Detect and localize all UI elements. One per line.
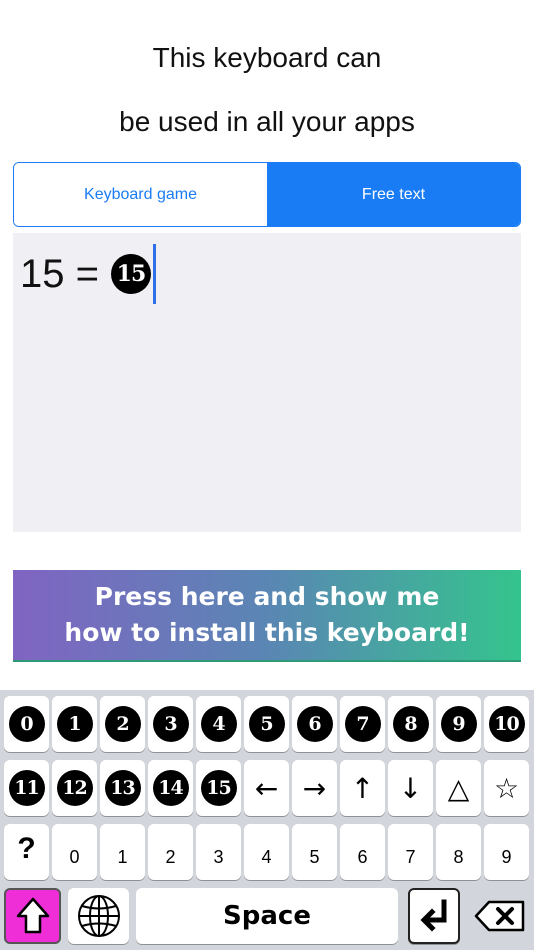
key-circled-7[interactable]: 7 [340,696,385,752]
install-keyboard-banner[interactable]: Press here and show me how to install th… [13,570,521,662]
key-circled-14[interactable]: 14 [148,760,193,816]
key-circled-15[interactable]: 15 [196,760,241,816]
text-caret [152,244,156,304]
mode-segmented-control: Keyboard game Free text [13,162,521,227]
key-digit-3[interactable]: 3 [196,824,241,880]
tab-keyboard-game[interactable]: Keyboard game [14,163,267,226]
key-arrow-up[interactable]: ↑ [340,760,385,816]
key-digit-5[interactable]: 5 [292,824,337,880]
key-digit-8[interactable]: 8 [436,824,481,880]
editor-text: 15 = [20,251,99,296]
key-label: 2 [104,706,141,742]
key-circled-8[interactable]: 8 [388,696,433,752]
key-digit-4[interactable]: 4 [244,824,289,880]
key-circled-11[interactable]: 11 [4,760,49,816]
tab-free-text[interactable]: Free text [267,163,520,226]
key-digit-1[interactable]: 1 [100,824,145,880]
key-star[interactable]: ☆ [484,760,529,816]
banner-line1: Press here and show me [94,582,440,611]
key-triangle[interactable]: △ [436,760,481,816]
key-label: 1 [56,706,93,742]
key-circled-0[interactable]: 0 [4,696,49,752]
key-label: 12 [56,770,93,806]
key-label: 9 [440,706,477,742]
key-label: 4 [200,706,237,742]
headline-line1: This keyboard can [152,42,382,73]
delete-key[interactable] [470,888,530,944]
key-digit-2[interactable]: 2 [148,824,193,880]
space-key[interactable]: Space [136,888,398,944]
key-circled-6[interactable]: 6 [292,696,337,752]
return-key[interactable] [408,888,460,944]
key-circled-4[interactable]: 4 [196,696,241,752]
custom-keyboard: 0 1 2 3 4 5 6 7 8 9 10 11 12 13 14 15 ← … [0,690,534,950]
key-label: 3 [152,706,189,742]
key-circled-5[interactable]: 5 [244,696,289,752]
return-icon [420,899,447,932]
key-label: 15 [200,770,237,806]
key-arrow-right[interactable]: → [292,760,337,816]
key-digit-7[interactable]: 7 [388,824,433,880]
key-label: 13 [104,770,141,806]
globe-icon [77,895,120,937]
circled-number-symbol: 15 [110,254,151,294]
key-digit-6[interactable]: 6 [340,824,385,880]
key-label: 11 [8,770,45,806]
key-label: 7 [344,706,381,742]
key-circled-10[interactable]: 10 [484,696,529,752]
headline-line2: be used in all your apps [119,106,415,137]
key-arrow-down[interactable]: ↓ [388,760,433,816]
key-label: 14 [152,770,189,806]
shift-key[interactable] [4,888,61,944]
banner-line2: how to install this keyboard! [64,618,470,647]
key-label: 8 [392,706,429,742]
key-circled-1[interactable]: 1 [52,696,97,752]
key-circled-2[interactable]: 2 [100,696,145,752]
key-digit-9[interactable]: 9 [484,824,529,880]
key-label: 0 [8,706,45,742]
key-circled-12[interactable]: 12 [52,760,97,816]
shift-arrow-icon [16,897,49,934]
free-text-area[interactable]: 15 = 15 [13,233,521,532]
key-digit-0[interactable]: 0 [52,824,97,880]
backspace-icon [474,900,525,932]
key-circled-13[interactable]: 13 [100,760,145,816]
key-label: 6 [296,706,333,742]
key-circled-9[interactable]: 9 [436,696,481,752]
key-question[interactable]: ? [4,824,49,880]
key-arrow-left[interactable]: ← [244,760,289,816]
key-circled-3[interactable]: 3 [148,696,193,752]
key-label: 5 [248,706,285,742]
key-label: 10 [488,706,525,742]
globe-key[interactable] [68,888,129,944]
